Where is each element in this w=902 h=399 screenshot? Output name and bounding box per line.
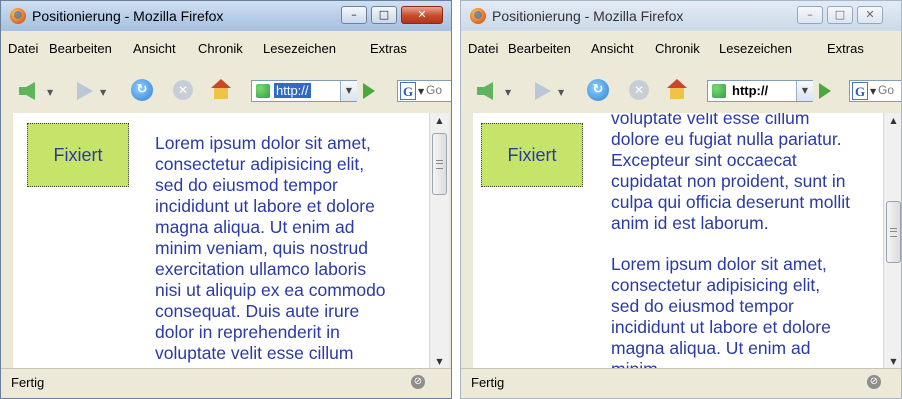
paragraph: Lorem ipsum dolor sit amet, consectetur …: [611, 254, 831, 370]
page-content: Fixiert Lorem ipsum dolor sit amet, cons…: [13, 113, 429, 370]
page-text: voluptate velit esse cillum dolore eu fu…: [611, 113, 851, 370]
scrollbar-thumb[interactable]: [886, 201, 901, 263]
reload-icon[interactable]: ↻: [587, 79, 609, 101]
vertical-scrollbar[interactable]: ▲ ▼: [429, 113, 449, 370]
search-engine-chevron-icon[interactable]: ▼: [418, 87, 424, 96]
paragraph: Lorem ipsum dolor sit amet, consectetur …: [155, 133, 386, 363]
back-history-chevron-icon[interactable]: ▼: [47, 88, 53, 97]
home-icon[interactable]: [211, 79, 231, 99]
forward-arrow-icon[interactable]: [77, 82, 93, 100]
search-input[interactable]: Go: [426, 83, 442, 97]
page-content: Fixiert voluptate velit esse cillum dolo…: [473, 113, 889, 370]
menu-ansicht[interactable]: Ansicht: [591, 41, 634, 56]
back-arrow-icon[interactable]: [19, 82, 35, 100]
fixed-box: Fixiert: [481, 123, 583, 187]
menu-bar: Datei Bearbeiten Ansicht Chronik Lesezei…: [461, 37, 901, 61]
firefox-icon: [10, 8, 26, 24]
security-status-icon: ⊘: [411, 375, 425, 389]
status-bar: Fertig ⊘: [1, 368, 451, 398]
paragraph: voluptate velit esse cillum dolore eu fu…: [611, 113, 850, 233]
menu-bar: Datei Bearbeiten Ansicht Chronik Lesezei…: [1, 37, 451, 61]
page-text: Lorem ipsum dolor sit amet, consectetur …: [155, 133, 395, 364]
reload-icon[interactable]: ↻: [131, 79, 153, 101]
close-button[interactable]: ✕: [401, 6, 443, 24]
url-bar[interactable]: http:// ▼: [707, 80, 813, 102]
scroll-up-arrow-icon[interactable]: ▲: [884, 113, 901, 129]
scrollbar-thumb[interactable]: [432, 133, 447, 195]
menu-ansicht[interactable]: Ansicht: [133, 41, 176, 56]
url-input[interactable]: http://: [730, 83, 770, 98]
search-bar[interactable]: G ▼ Go: [849, 80, 901, 102]
browser-window-left: Positionierung - Mozilla Firefox – □ ✕ D…: [0, 0, 452, 399]
navigation-toolbar: ▼ ▼ ↻ ✕ http:// ▼ G ▼ Go: [461, 67, 901, 113]
status-text: Fertig: [11, 375, 45, 390]
menu-extras[interactable]: Extras: [370, 41, 407, 56]
menu-lesezeichen[interactable]: Lesezeichen: [263, 41, 336, 56]
security-status-icon: ⊘: [867, 375, 881, 389]
menu-datei[interactable]: Datei: [468, 41, 498, 56]
minimize-button[interactable]: –: [797, 6, 823, 24]
firefox-icon: [470, 8, 486, 24]
search-engine-chevron-icon[interactable]: ▼: [870, 87, 876, 96]
menu-extras[interactable]: Extras: [827, 41, 864, 56]
url-dropdown-chevron-icon[interactable]: ▼: [796, 81, 813, 101]
navigation-toolbar: ▼ ▼ ↻ ✕ http:// ▼ G ▼ Go: [1, 67, 451, 113]
forward-history-chevron-icon[interactable]: ▼: [100, 88, 106, 97]
title-bar[interactable]: Positionierung - Mozilla Firefox – □ ✕: [461, 1, 901, 31]
menu-chronik[interactable]: Chronik: [655, 41, 700, 56]
site-favicon-icon: [256, 84, 270, 98]
maximize-button[interactable]: □: [371, 6, 397, 24]
minimize-button[interactable]: –: [341, 6, 367, 24]
menu-bearbeiten[interactable]: Bearbeiten: [49, 41, 112, 56]
home-icon[interactable]: [667, 79, 687, 99]
google-icon[interactable]: G: [852, 82, 868, 100]
fixed-box: Fixiert: [27, 123, 129, 187]
go-arrow-icon[interactable]: [819, 83, 831, 99]
title-bar[interactable]: Positionierung - Mozilla Firefox – □ ✕: [1, 1, 451, 31]
window-gap: [452, 0, 460, 399]
menu-chronik[interactable]: Chronik: [198, 41, 243, 56]
url-bar[interactable]: http:// ▼: [251, 80, 357, 102]
back-arrow-icon[interactable]: [477, 82, 493, 100]
menu-datei[interactable]: Datei: [8, 41, 38, 56]
stop-icon[interactable]: ✕: [629, 80, 649, 100]
search-bar[interactable]: G ▼ Go: [397, 80, 451, 102]
google-icon[interactable]: G: [400, 82, 416, 100]
maximize-button[interactable]: □: [827, 6, 853, 24]
browser-window-right: Positionierung - Mozilla Firefox – □ ✕ D…: [460, 0, 902, 399]
menu-lesezeichen[interactable]: Lesezeichen: [719, 41, 792, 56]
status-bar: Fertig ⊘: [461, 368, 901, 398]
go-arrow-icon[interactable]: [363, 83, 375, 99]
window-title: Positionierung - Mozilla Firefox: [492, 8, 684, 24]
vertical-scrollbar[interactable]: ▲ ▼: [883, 113, 901, 370]
site-favicon-icon: [712, 84, 726, 98]
menu-bearbeiten[interactable]: Bearbeiten: [508, 41, 571, 56]
url-dropdown-chevron-icon[interactable]: ▼: [340, 81, 357, 101]
forward-arrow-icon[interactable]: [535, 82, 551, 100]
forward-history-chevron-icon[interactable]: ▼: [558, 88, 564, 97]
status-text: Fertig: [471, 375, 505, 390]
window-title: Positionierung - Mozilla Firefox: [32, 8, 224, 24]
stop-icon[interactable]: ✕: [173, 80, 193, 100]
scroll-up-arrow-icon[interactable]: ▲: [430, 113, 449, 129]
close-button[interactable]: ✕: [857, 6, 883, 24]
search-input[interactable]: Go: [878, 83, 894, 97]
back-history-chevron-icon[interactable]: ▼: [505, 88, 511, 97]
url-input[interactable]: http://: [274, 83, 311, 98]
